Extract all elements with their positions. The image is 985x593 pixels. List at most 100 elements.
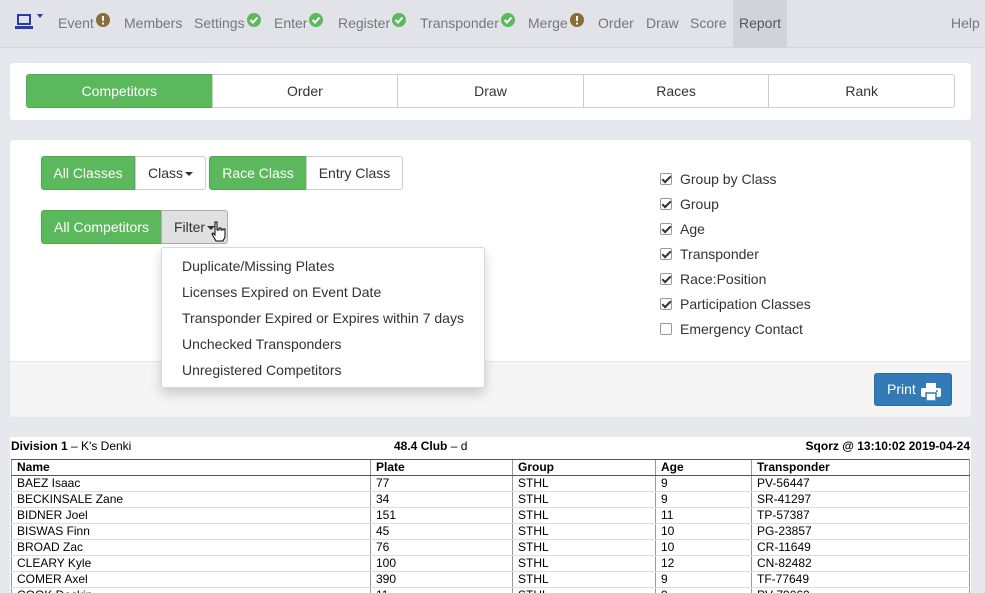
competitor-table: Name Plate Group Age Transponder BAEZ Is… [11,459,970,593]
option-label: Race:Position [680,270,767,287]
option-label: Group by Class [680,170,777,187]
nav-settings-label: Settings [194,15,245,31]
filter-menu-item[interactable]: Transponder Expired or Expires within 7 … [162,305,484,331]
filter-menu: Duplicate/Missing Plates Licenses Expire… [161,247,485,388]
table-cell: 12 [655,555,752,572]
column-header: Age [655,459,752,476]
check-circle-icon [246,13,261,28]
checkbox[interactable] [660,197,672,210]
option-label: Transponder [680,245,759,262]
option-label: Group [680,195,719,212]
table-cell: CLEARY Kyle [11,555,371,572]
entry-class-button[interactable]: Entry Class [306,156,403,190]
check-circle-icon [392,13,407,28]
table-row: BIDNER Joel 151 STHL 11 TP-57387 [11,507,970,524]
checkbox[interactable] [660,222,672,235]
all-competitors-button[interactable]: All Competitors [41,210,162,244]
check-circle-icon [309,13,324,28]
table-cell: 9 [655,587,752,593]
table-cell: TP-57387 [751,507,970,524]
nav-merge-label: Merge [528,15,568,31]
option-group-by-class[interactable]: Group by Class [660,166,811,191]
table-row: BAEZ Isaac 77 STHL 9 PV-56447 [11,475,970,492]
table-cell: COMER Axel [11,571,371,588]
class-dropdown-button[interactable]: Class [135,156,206,190]
nav-merge[interactable]: Merge [528,0,584,47]
report-options: Group by Class Group Age Transponder Rac… [660,166,811,341]
filter-menu-item[interactable]: Licenses Expired on Event Date [162,279,484,305]
table-row: COMER Axel 390 STHL 9 TF-77649 [11,571,970,588]
table-cell: 11 [370,587,513,593]
filter-menu-item[interactable]: Duplicate/Missing Plates [162,253,484,279]
table-cell: 77 [370,475,513,492]
table-cell: 9 [655,571,752,588]
table-cell: PG-23857 [751,523,970,540]
option-age[interactable]: Age [660,216,811,241]
nav-help[interactable]: Help [951,0,980,47]
nav-draw[interactable]: Draw [646,0,679,47]
table-cell: PV-79060 [751,587,970,593]
option-emergency-contact[interactable]: Emergency Contact [660,316,811,341]
column-header: Transponder [751,459,970,476]
caret-down-icon [185,172,193,177]
option-transponder[interactable]: Transponder [660,241,811,266]
nav-event-label: Event [58,15,94,31]
option-race-position[interactable]: Race:Position [660,266,811,291]
table-cell: CN-82482 [751,555,970,572]
table-cell: 9 [655,491,752,508]
nav-settings[interactable]: Settings [194,0,261,47]
checkbox[interactable] [660,297,672,310]
nav-event[interactable]: Event [58,0,110,47]
table-cell: BROAD Zac [11,539,371,556]
table-cell: PV-56447 [751,475,970,492]
checkbox[interactable] [660,247,672,260]
nav-order[interactable]: Order [598,0,634,47]
race-class-button[interactable]: Race Class [209,156,307,190]
nav-report[interactable]: Report [733,0,788,47]
laptop-menu-icon[interactable] [14,10,48,36]
warning-icon [95,13,110,28]
division-label: Division 1 [11,439,68,453]
nav-register-label: Register [338,15,391,31]
competitor-report: Division 1 – K's Denki 48.4 Club – d Sqo… [10,437,971,593]
class-name: – d [447,439,468,453]
division-name: – K's Denki [67,439,132,453]
print-button[interactable]: Print [874,373,952,406]
checkbox[interactable] [660,172,672,185]
nav-members[interactable]: Members [124,0,182,47]
table-cell: STHL [512,571,656,588]
table-row: CLEARY Kyle 100 STHL 12 CN-82482 [11,555,970,572]
hand-cursor-icon [210,221,228,246]
tab-draw[interactable]: Draw [397,74,584,108]
report-timestamp: Sqorz @ 13:10:02 2019-04-24 [805,439,970,453]
nav-transponder[interactable]: Transponder [420,0,515,47]
tab-competitors[interactable]: Competitors [26,74,213,108]
nav-register[interactable]: Register [338,0,407,47]
all-classes-button[interactable]: All Classes [41,156,135,190]
nav-enter[interactable]: Enter [274,0,324,47]
tab-rank[interactable]: Rank [768,74,955,108]
table-row: BROAD Zac 76 STHL 10 CR-11649 [11,539,970,556]
option-participation-classes[interactable]: Participation Classes [660,291,811,316]
report-class: 48.4 Club – d [394,439,467,453]
option-group[interactable]: Group [660,191,811,216]
checkbox[interactable] [660,272,672,285]
filter-dropdown-label: Filter [173,219,206,235]
table-cell: 10 [655,539,752,556]
filter-menu-item[interactable]: Unchecked Transponders [162,331,484,357]
nav-score[interactable]: Score [690,0,727,47]
checkbox[interactable] [660,322,672,335]
option-label: Age [680,220,705,237]
tab-races[interactable]: Races [582,74,770,108]
table-cell: SR-41297 [751,491,970,508]
table-cell: STHL [512,539,656,556]
column-header: Group [512,459,656,476]
table-row: BISWAS Finn 45 STHL 10 PG-23857 [11,523,970,540]
report-division: Division 1 – K's Denki [11,439,131,453]
table-cell: 76 [370,539,513,556]
filter-menu-item[interactable]: Unregistered Competitors [162,357,484,383]
tab-order[interactable]: Order [211,74,399,108]
column-header: Name [11,459,371,476]
table-cell: BISWAS Finn [11,523,371,540]
check-circle-icon [500,13,515,28]
